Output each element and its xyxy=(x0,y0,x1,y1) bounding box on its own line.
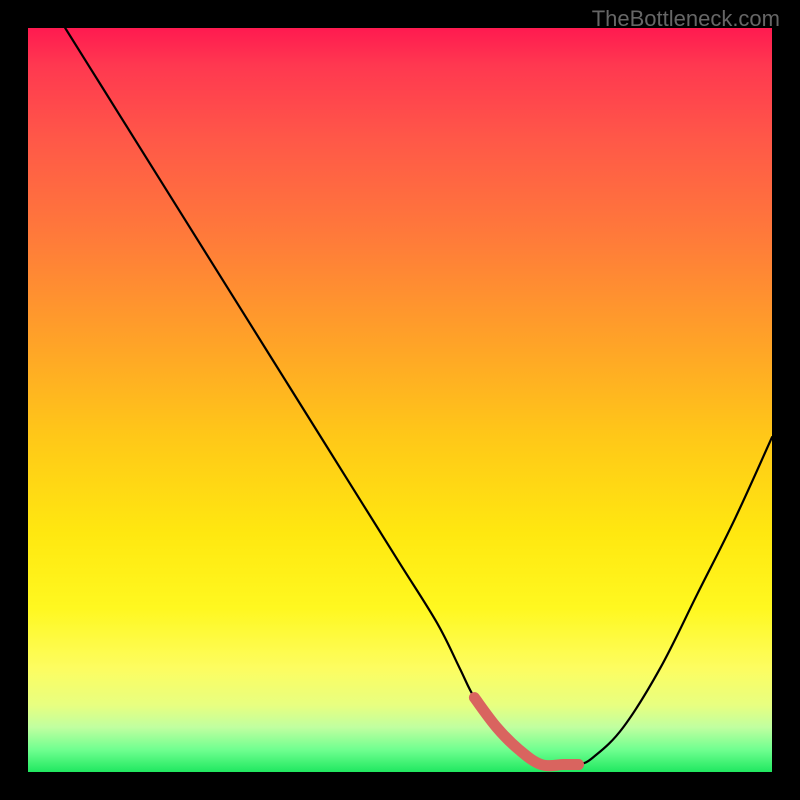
highlight-segment-path xyxy=(474,698,578,766)
curve-group xyxy=(65,28,772,766)
bottleneck-curve-path xyxy=(65,28,772,766)
watermark-text: TheBottleneck.com xyxy=(592,6,780,32)
bottleneck-line-chart xyxy=(28,28,772,772)
